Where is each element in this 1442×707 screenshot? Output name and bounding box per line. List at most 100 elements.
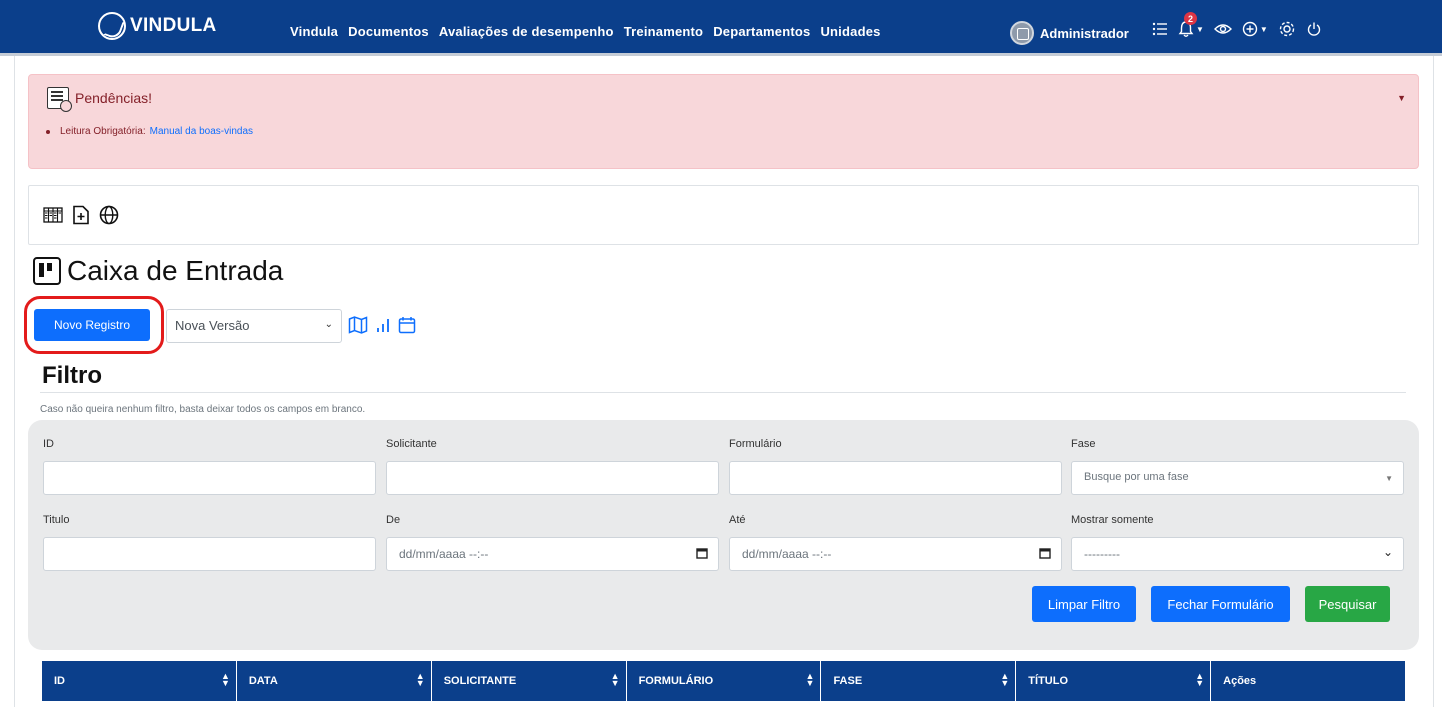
titulo-input[interactable] (43, 537, 376, 571)
fase-label: Fase (1071, 438, 1096, 450)
pending-alert: Pendências! ▼ (28, 74, 1419, 169)
nav-item-treinamento[interactable]: Treinamento (624, 24, 704, 39)
user-menu[interactable]: Administrador (1010, 21, 1129, 45)
user-name[interactable]: Administrador (1040, 26, 1129, 41)
de-label: De (386, 514, 401, 526)
nav-item-departamentos[interactable]: Departamentos (713, 24, 810, 39)
sort-icon[interactable]: ▲ ▼ (1195, 672, 1204, 688)
version-select-value: Nova Versão (175, 318, 250, 333)
mostrar-select[interactable]: --------- ⌄ (1071, 537, 1404, 571)
column-header-titulo[interactable]: TÍTULO ▲ ▼ (1016, 661, 1212, 701)
divider (40, 392, 1406, 393)
list-icon[interactable] (1152, 22, 1168, 36)
mostrar-label: Mostrar somente (1071, 514, 1154, 526)
main-nav: Vindula Documentos Avaliações de desempe… (290, 24, 881, 39)
chevron-down-icon[interactable]: ▼ (1196, 25, 1204, 34)
top-navbar: VINDULA Vindula Documentos Avaliações de… (0, 0, 1442, 56)
page-heading: Caixa de Entrada (33, 255, 283, 287)
calendar-icon[interactable] (1039, 547, 1051, 562)
chevron-down-icon: ▼ (1385, 474, 1393, 483)
calendar-icon[interactable] (696, 547, 708, 562)
formulario-label: Formulário (729, 438, 782, 450)
formulario-input[interactable] (729, 461, 1062, 495)
de-datetime-input[interactable]: dd/mm/aaaa --:-- (386, 537, 719, 571)
column-label: TÍTULO (1028, 675, 1069, 687)
ate-placeholder: dd/mm/aaaa --:-- (742, 547, 832, 561)
clear-filter-button[interactable]: Limpar Filtro (1032, 586, 1136, 622)
table-header: ID ▲ ▼ DATA ▲ ▼ SOLICITANTE ▲ ▼ FORMULÁRIO ▲ ▼ F… (42, 661, 1405, 701)
page-title: Caixa de Entrada (67, 255, 284, 286)
topbar-icons: 2 ▼ ▼ (1152, 12, 1322, 38)
version-select[interactable]: Nova Versão ⌄ (166, 309, 342, 343)
nav-item-avaliacoes[interactable]: Avaliações de desempenho (439, 24, 614, 39)
bar-chart-icon[interactable] (376, 317, 390, 338)
column-label: ID (54, 675, 65, 687)
sort-icon[interactable]: ▲ ▼ (416, 672, 425, 688)
column-header-formulario[interactable]: FORMULÁRIO ▲ ▼ (627, 661, 822, 701)
column-header-solicitante[interactable]: SOLICITANTE ▲ ▼ (432, 661, 627, 701)
task-list-icon (47, 87, 72, 112)
calendar-icon[interactable] (398, 316, 416, 339)
sort-icon[interactable]: ▲ ▼ (221, 672, 230, 688)
de-placeholder: dd/mm/aaaa --:-- (399, 547, 489, 561)
logo-mark-icon (98, 12, 126, 40)
alert-header[interactable]: Pendências! (47, 87, 153, 112)
column-label: DATA (248, 675, 278, 687)
column-header-fase[interactable]: FASE ▲ ▼ (821, 661, 1017, 701)
map-icon[interactable] (348, 316, 368, 339)
column-label: FASE (833, 675, 863, 687)
column-label: Ações (1223, 675, 1257, 687)
globe-icon[interactable] (98, 204, 120, 226)
sort-icon[interactable]: ▲ ▼ (1000, 672, 1009, 688)
view-icons (348, 316, 416, 339)
power-icon[interactable] (1306, 21, 1322, 37)
id-label: ID (43, 438, 54, 450)
alert-item-label: Leitura Obrigatória: (60, 126, 146, 137)
ate-label: Até (729, 514, 746, 526)
alert-title: Pendências! (75, 90, 153, 106)
chevron-down-icon: ⌄ (324, 319, 333, 330)
chevron-down-icon[interactable]: ▼ (1397, 93, 1406, 103)
kanban-icon (33, 257, 61, 285)
toolbar-card (28, 185, 1419, 245)
brand-logo[interactable]: VINDULA (98, 11, 217, 41)
bell-icon[interactable]: 2 ▼ (1178, 12, 1204, 38)
mostrar-value: --------- (1084, 547, 1120, 561)
id-input[interactable] (43, 461, 376, 495)
notification-badge: 2 (1184, 12, 1197, 25)
nav-item-vindula[interactable]: Vindula (290, 24, 338, 39)
brand-name: VINDULA (130, 15, 217, 36)
toolbar-icons (42, 204, 120, 226)
fase-placeholder: Busque por uma fase (1084, 471, 1189, 483)
ate-datetime-input[interactable]: dd/mm/aaaa --:-- (729, 537, 1062, 571)
fase-select[interactable]: Busque por uma fase ▼ (1071, 461, 1404, 495)
filter-title: Filtro (42, 362, 102, 389)
titulo-label: Titulo (43, 514, 70, 526)
sort-icon[interactable]: ▲ ▼ (806, 672, 815, 688)
chevron-down-icon: ⌄ (1382, 545, 1393, 559)
file-plus-icon[interactable] (70, 204, 92, 226)
column-header-id[interactable]: ID ▲ ▼ (42, 661, 237, 701)
chevron-down-icon[interactable]: ▼ (1260, 25, 1268, 34)
alert-item-link[interactable]: Manual da boas-vindas (150, 126, 253, 137)
close-form-button[interactable]: Fechar Formulário (1151, 586, 1290, 622)
avatar[interactable] (1010, 21, 1034, 45)
eye-icon[interactable] (1213, 22, 1232, 36)
column-label: SOLICITANTE (443, 675, 517, 687)
solicitante-label: Solicitante (386, 438, 437, 450)
nav-item-documentos[interactable]: Documentos (348, 24, 429, 39)
plus-circle-icon[interactable]: ▼ (1242, 21, 1268, 37)
bullet-icon (46, 129, 50, 134)
column-header-acoes: Ações (1211, 661, 1405, 701)
columns-icon[interactable] (42, 204, 64, 226)
nav-item-unidades[interactable]: Unidades (820, 24, 880, 39)
sort-icon[interactable]: ▲ ▼ (611, 672, 620, 688)
gear-icon[interactable] (1278, 20, 1296, 38)
alert-item: Leitura Obrigatória: Manual da boas-vind… (46, 126, 253, 137)
search-button[interactable]: Pesquisar (1305, 586, 1390, 622)
solicitante-input[interactable] (386, 461, 719, 495)
column-label: FORMULÁRIO (638, 675, 714, 687)
column-header-data[interactable]: DATA ▲ ▼ (237, 661, 432, 701)
filter-hint: Caso não queira nenhum filtro, basta dei… (40, 404, 366, 415)
highlight-annotation (24, 296, 164, 354)
